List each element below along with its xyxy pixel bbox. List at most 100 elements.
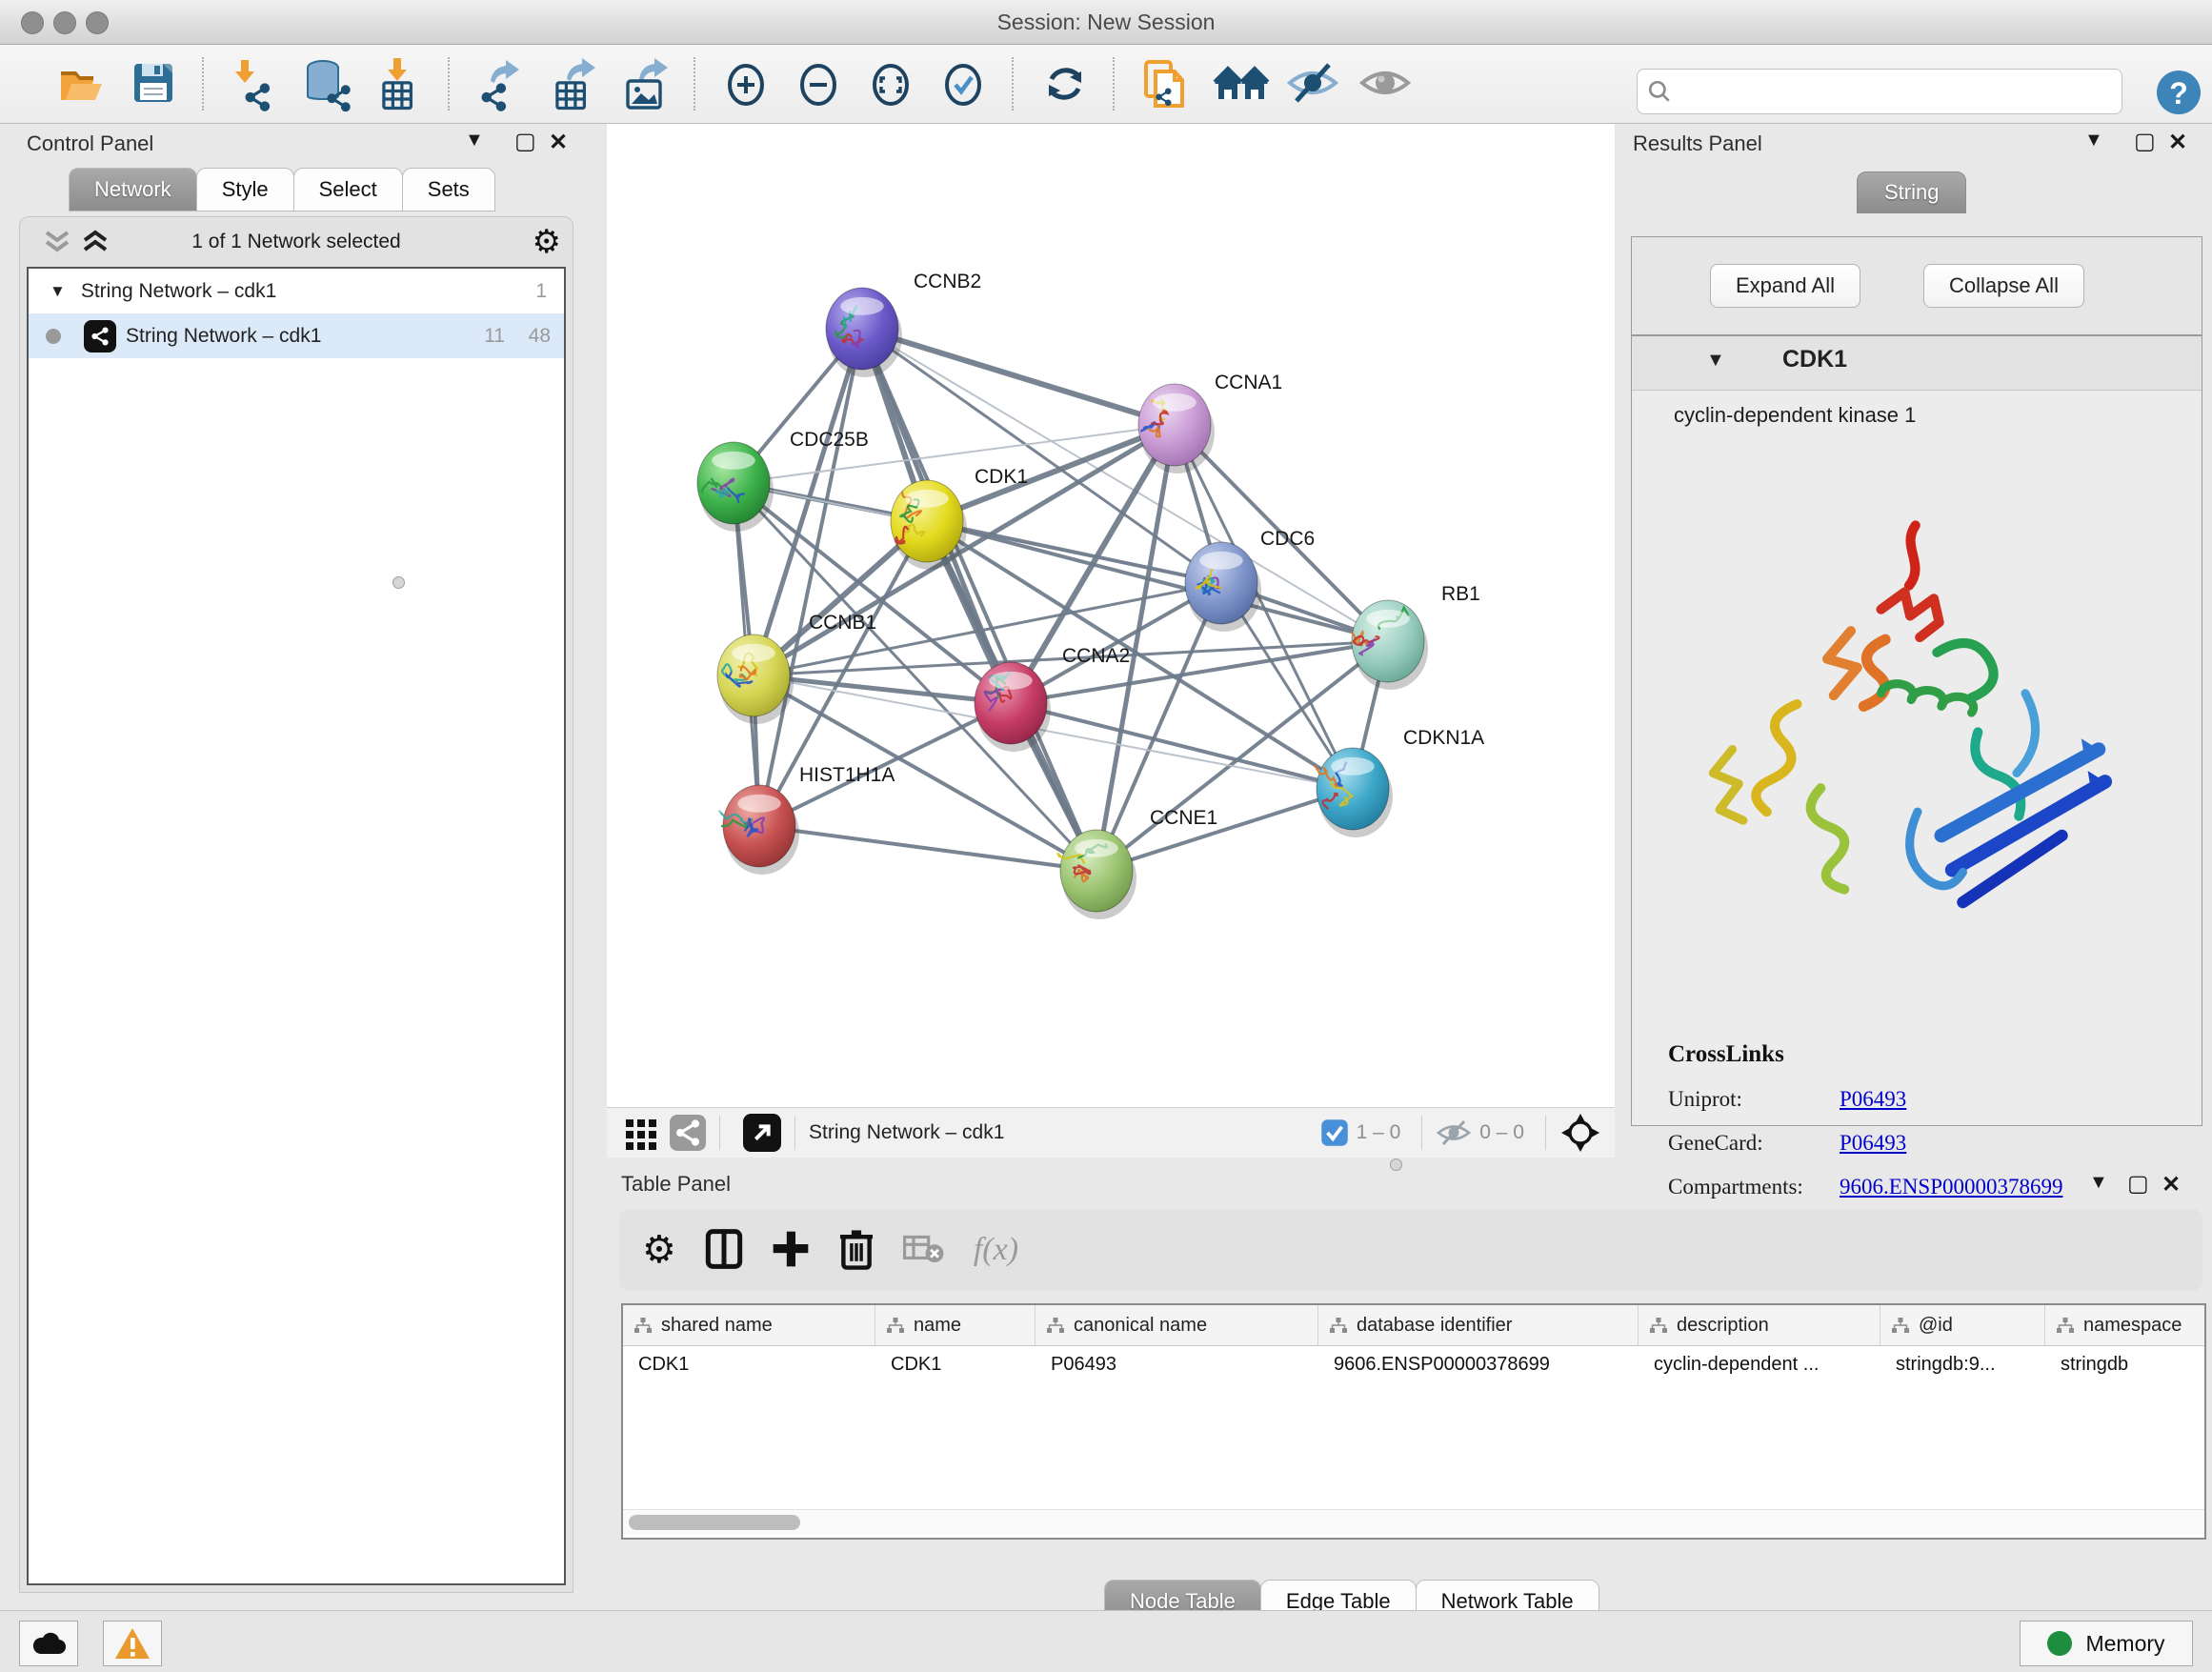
zoom-in-button[interactable] — [719, 56, 771, 111]
collection-expander-icon[interactable]: ▼ — [50, 282, 66, 301]
protein-section-header[interactable]: ▼ CDK1 — [1632, 336, 2202, 391]
delete-column-button[interactable] — [838, 1227, 875, 1274]
panel-float-icon[interactable]: ▢ — [514, 128, 536, 155]
window-minimize-light[interactable] — [53, 11, 76, 34]
section-expander-icon[interactable]: ▼ — [1706, 350, 1725, 372]
memory-button[interactable]: Memory — [2020, 1621, 2193, 1666]
panel-menu-icon[interactable]: ▼ — [465, 130, 484, 151]
show-all-button[interactable] — [1356, 56, 1407, 111]
horizontal-scrollbar[interactable] — [623, 1509, 2204, 1535]
navigator-icon[interactable] — [1559, 1112, 1601, 1154]
import-table-button[interactable] — [372, 56, 424, 111]
network-edge[interactable] — [927, 425, 1175, 521]
home-button[interactable] — [1211, 56, 1262, 111]
crosslink-genecard[interactable]: P06493 — [1840, 1131, 1906, 1156]
panel-float-icon[interactable]: ▢ — [2127, 1170, 2149, 1198]
save-session-button[interactable] — [127, 56, 178, 111]
window-close-light[interactable] — [21, 11, 44, 34]
table-cell[interactable]: 9606.ENSP00000378699 — [1318, 1346, 1639, 1384]
column-header-canonical-name[interactable]: canonical name — [1036, 1305, 1318, 1345]
hidden-eye-icon[interactable] — [1436, 1118, 1472, 1148]
window-zoom-light[interactable] — [86, 11, 109, 34]
selected-checkbox-icon[interactable] — [1320, 1118, 1349, 1147]
export-image-icon — [620, 58, 674, 113]
delete-table-button[interactable] — [903, 1232, 945, 1269]
toggle-columns-button[interactable] — [705, 1228, 743, 1273]
network-collection-row[interactable]: ▼ String Network – cdk1 1 — [29, 269, 564, 313]
network-mode-icon[interactable] — [670, 1115, 706, 1151]
panel-menu-icon[interactable]: ▼ — [2084, 130, 2103, 151]
panel-close-icon[interactable]: ✕ — [2168, 129, 2187, 156]
detach-view-icon[interactable] — [743, 1114, 781, 1152]
hide-selected-button[interactable] — [1283, 56, 1335, 111]
export-image-button[interactable] — [618, 56, 670, 111]
table-cell[interactable]: cyclin-dependent ... — [1639, 1346, 1880, 1384]
zoom-fit-button[interactable] — [864, 56, 915, 111]
network-row[interactable]: String Network – cdk1 11 48 — [29, 313, 564, 358]
refresh-button[interactable] — [1037, 56, 1089, 111]
network-edge[interactable] — [759, 329, 862, 826]
tab-string[interactable]: String — [1857, 171, 1966, 213]
column-header-description[interactable]: description — [1639, 1305, 1880, 1345]
tab-style[interactable]: Style — [196, 168, 294, 212]
network-node[interactable]: CCNA1 — [1138, 372, 1282, 473]
crosslink-uniprot[interactable]: P06493 — [1840, 1087, 1906, 1112]
zoom-out-button[interactable] — [792, 56, 843, 111]
table-cell[interactable]: CDK1 — [875, 1346, 1036, 1384]
network-node[interactable]: CDC25B — [697, 429, 869, 532]
network-node[interactable]: HIST1H1A — [720, 764, 895, 875]
column-header-database-identifier[interactable]: database identifier — [1318, 1305, 1639, 1345]
import-from-database-button[interactable] — [300, 56, 352, 111]
column-header-namespace[interactable]: namespace — [2045, 1305, 2204, 1345]
panel-close-icon[interactable]: ✕ — [2162, 1171, 2181, 1199]
zoom-selected-button[interactable] — [936, 56, 988, 111]
panel-float-icon[interactable]: ▢ — [2134, 128, 2156, 155]
export-network-button[interactable] — [473, 56, 525, 111]
network-edge[interactable] — [862, 329, 1175, 425]
table-cell[interactable]: stringdb:9... — [1880, 1346, 2045, 1384]
clone-network-button[interactable] — [1138, 56, 1190, 111]
panel-menu-icon[interactable]: ▼ — [2089, 1172, 2108, 1194]
tab-select[interactable]: Select — [293, 168, 403, 212]
panel-close-icon[interactable]: ✕ — [549, 129, 568, 156]
function-builder-icon[interactable]: f(x) — [974, 1232, 1018, 1268]
table-options-button[interactable]: ⚙ — [642, 1228, 676, 1272]
splitter-handle[interactable] — [1390, 1158, 1402, 1171]
scrollbar-thumb[interactable] — [629, 1515, 800, 1530]
column-label: @id — [1919, 1315, 1953, 1337]
table-cell[interactable]: CDK1 — [623, 1346, 875, 1384]
column-type-icon — [1650, 1318, 1667, 1333]
column-header-shared-name[interactable]: shared name — [623, 1305, 875, 1345]
open-session-button[interactable] — [54, 56, 106, 111]
network-node[interactable]: CDKN1A — [1315, 727, 1484, 837]
help-button[interactable]: ? — [2157, 71, 2201, 114]
column-type-icon — [887, 1318, 904, 1333]
table-row[interactable]: CDK1CDK1P064939606.ENSP00000378699cyclin… — [623, 1346, 2204, 1384]
export-table-button[interactable] — [546, 56, 597, 111]
network-node[interactable]: CCNE1 — [1058, 807, 1218, 919]
import-network-button[interactable] — [228, 56, 279, 111]
tab-sets[interactable]: Sets — [402, 168, 495, 212]
network-node[interactable]: RB1 — [1352, 583, 1480, 690]
network-edge[interactable] — [759, 826, 1096, 871]
column-header--id[interactable]: @id — [1880, 1305, 2045, 1345]
collapse-all-button[interactable]: Collapse All — [1923, 264, 2084, 308]
cloud-icon — [30, 1629, 68, 1658]
tab-network[interactable]: Network — [69, 168, 197, 212]
search-input[interactable] — [1672, 72, 2122, 111]
network-node[interactable]: CCNB2 — [826, 271, 981, 377]
splitter-handle[interactable] — [392, 576, 405, 589]
expand-all-button[interactable]: Expand All — [1710, 264, 1860, 308]
gear-icon[interactable]: ⚙ — [533, 225, 561, 259]
warnings-button[interactable] — [103, 1621, 162, 1666]
column-header-name[interactable]: name — [875, 1305, 1036, 1345]
table-cell[interactable]: P06493 — [1036, 1346, 1318, 1384]
create-column-button[interactable] — [772, 1228, 810, 1273]
cloud-status-button[interactable] — [19, 1621, 78, 1666]
table-cell[interactable]: stringdb — [2045, 1346, 2204, 1384]
network-canvas[interactable]: CCNB2CCNA1CDC25BCDK1CDC6RB1CCNB1CCNA2CDK… — [607, 124, 1615, 1107]
zoom-in-icon — [721, 58, 771, 111]
network-edge[interactable] — [1096, 789, 1353, 871]
grid-mode-icon[interactable] — [622, 1114, 660, 1152]
network-edge[interactable] — [1011, 703, 1353, 789]
